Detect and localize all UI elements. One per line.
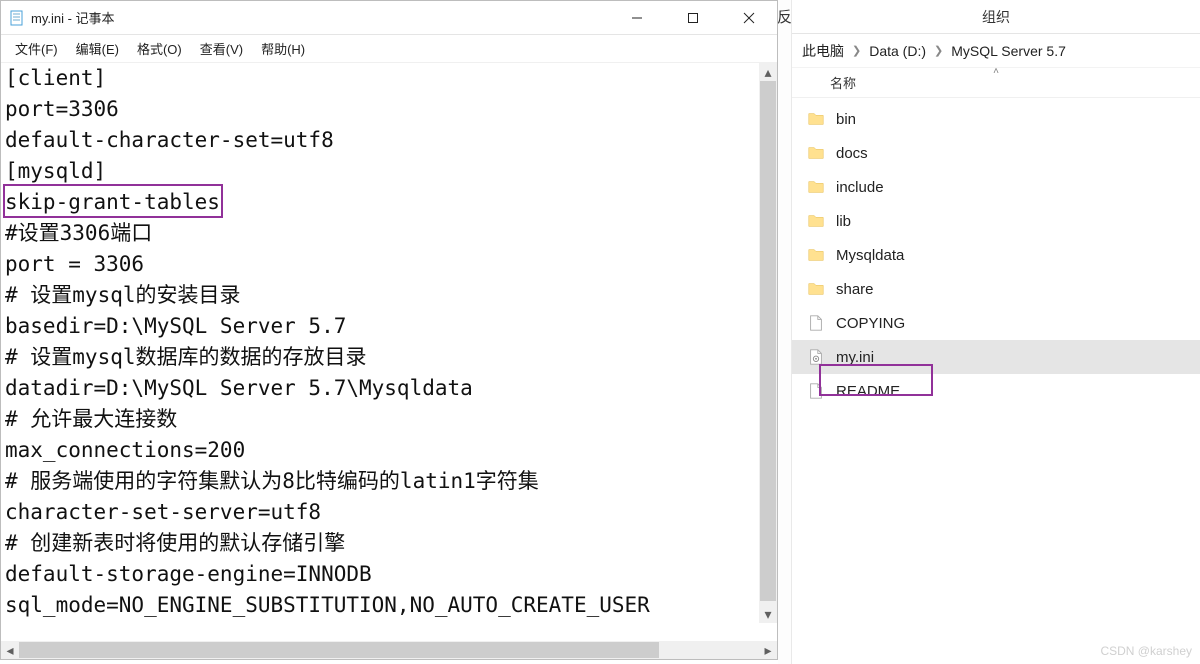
column-header-label: 名称 bbox=[830, 73, 856, 92]
file-row[interactable]: COPYING bbox=[792, 306, 1200, 340]
ribbon-tab-label: 组织 bbox=[982, 7, 1010, 27]
file-name-label: COPYING bbox=[836, 315, 905, 332]
file-name-label: share bbox=[836, 281, 874, 298]
file-name-label: lib bbox=[836, 213, 851, 230]
file-name-label: my.ini bbox=[836, 349, 874, 366]
explorer-ribbon-tab[interactable]: 组织 bbox=[792, 0, 1200, 34]
file-row[interactable]: share bbox=[792, 272, 1200, 306]
menu-file[interactable]: 文件(F) bbox=[7, 37, 66, 60]
folder-icon bbox=[806, 109, 826, 129]
titlebar: my.ini - 记事本 bbox=[1, 1, 777, 35]
adjacent-label: 反 bbox=[777, 6, 792, 27]
menubar: 文件(F) 编辑(E) 格式(O) 查看(V) 帮助(H) bbox=[1, 35, 777, 63]
chevron-right-icon: ❯ bbox=[846, 44, 867, 57]
scroll-right-arrow-icon[interactable]: ▸ bbox=[759, 641, 777, 659]
chevron-right-icon: ❯ bbox=[928, 44, 949, 57]
file-icon bbox=[806, 313, 826, 333]
file-row[interactable]: Mysqldata bbox=[792, 238, 1200, 272]
file-name-label: docs bbox=[836, 145, 868, 162]
crumb-drive[interactable]: Data (D:) bbox=[867, 43, 928, 59]
file-name-label: include bbox=[836, 179, 884, 196]
folder-icon bbox=[806, 279, 826, 299]
file-name-label: Mysqldata bbox=[836, 247, 904, 264]
folder-icon bbox=[806, 143, 826, 163]
file-icon bbox=[806, 381, 826, 401]
horizontal-scrollbar[interactable]: ◂ ▸ bbox=[1, 641, 777, 659]
file-row[interactable]: my.ini bbox=[792, 340, 1200, 374]
file-row[interactable]: bin bbox=[792, 102, 1200, 136]
minimize-button[interactable] bbox=[609, 1, 665, 35]
file-row[interactable]: README bbox=[792, 374, 1200, 408]
column-header-name[interactable]: ˄ 名称 bbox=[792, 68, 1200, 98]
folder-icon bbox=[806, 211, 826, 231]
adjacent-window-edge: 反 bbox=[778, 0, 792, 664]
notepad-window: my.ini - 记事本 文件(F) 编辑(E) 格式(O) 查看(V) 帮助(… bbox=[0, 0, 778, 660]
file-name-label: bin bbox=[836, 111, 856, 128]
crumb-folder[interactable]: MySQL Server 5.7 bbox=[949, 43, 1068, 59]
watermark: CSDN @karshey bbox=[1100, 644, 1192, 658]
folder-icon bbox=[806, 177, 826, 197]
file-row[interactable]: lib bbox=[792, 204, 1200, 238]
scroll-up-arrow-icon[interactable]: ▴ bbox=[759, 63, 777, 81]
menu-edit[interactable]: 编辑(E) bbox=[68, 37, 127, 60]
scroll-thumb[interactable] bbox=[19, 642, 659, 658]
scroll-thumb[interactable] bbox=[760, 81, 776, 601]
sort-indicator-icon: ˄ bbox=[993, 66, 999, 77]
scroll-left-arrow-icon[interactable]: ◂ bbox=[1, 641, 19, 659]
file-row[interactable]: docs bbox=[792, 136, 1200, 170]
window-title: my.ini - 记事本 bbox=[31, 8, 115, 27]
scroll-down-arrow-icon[interactable]: ▾ bbox=[759, 605, 777, 623]
notepad-icon bbox=[9, 10, 25, 26]
maximize-button[interactable] bbox=[665, 1, 721, 35]
breadcrumb: 此电脑 ❯ Data (D:) ❯ MySQL Server 5.7 bbox=[792, 34, 1200, 68]
menu-help[interactable]: 帮助(H) bbox=[253, 37, 313, 60]
close-button[interactable] bbox=[721, 1, 777, 35]
folder-icon bbox=[806, 245, 826, 265]
file-list: bin docs include lib Mysqldata share COPYING my… bbox=[792, 98, 1200, 408]
menu-view[interactable]: 查看(V) bbox=[192, 37, 251, 60]
file-explorer: 组织 此电脑 ❯ Data (D:) ❯ MySQL Server 5.7 ˄ … bbox=[792, 0, 1200, 664]
file-row[interactable]: include bbox=[792, 170, 1200, 204]
text-editor[interactable]: [client] port=3306 default-character-set… bbox=[1, 63, 777, 641]
crumb-this-pc[interactable]: 此电脑 bbox=[800, 41, 846, 61]
file-name-label: README bbox=[836, 383, 900, 400]
menu-format[interactable]: 格式(O) bbox=[129, 37, 190, 60]
ini-file-icon bbox=[806, 347, 826, 367]
vertical-scrollbar[interactable]: ▴ ▾ bbox=[759, 63, 777, 623]
